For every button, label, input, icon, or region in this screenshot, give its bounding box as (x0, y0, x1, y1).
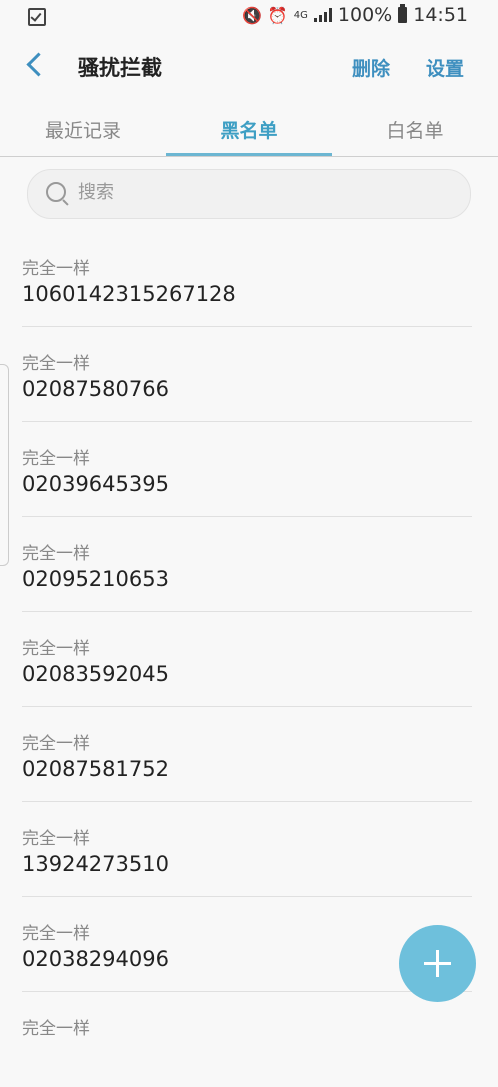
signal-icon (313, 8, 332, 22)
active-tab-indicator (166, 153, 332, 156)
checkbox-notification-icon (28, 8, 46, 26)
page-title: 骚扰拦截 (78, 56, 162, 80)
back-arrow-icon[interactable] (26, 52, 51, 77)
status-icons: 🔇 ⏰ 4G 100% 14:51 (242, 4, 468, 26)
match-type: 完全一样 (22, 734, 90, 754)
search-bar[interactable] (27, 169, 471, 219)
settings-button[interactable]: 设置 (426, 54, 464, 81)
add-number-button[interactable] (399, 925, 476, 1002)
phone-number: 02087581752 (22, 757, 169, 781)
battery-icon (398, 4, 408, 23)
list-item[interactable]: 完全一样 (0, 992, 498, 1087)
match-type: 完全一样 (22, 544, 90, 564)
phone-number: 13924273510 (22, 852, 169, 876)
match-type: 完全一样 (22, 1019, 90, 1039)
match-type: 完全一样 (22, 259, 90, 279)
network-type: 4G (293, 9, 308, 21)
match-type: 完全一样 (22, 354, 90, 374)
battery-percent: 100% (337, 4, 393, 26)
match-type: 完全一样 (22, 924, 90, 944)
list-item[interactable]: 完全一样 13924273510 (0, 802, 498, 897)
search-icon (46, 182, 66, 202)
list-item[interactable]: 完全一样 02087580766 (0, 327, 498, 422)
match-type: 完全一样 (22, 829, 90, 849)
phone-number: 02083592045 (22, 662, 169, 686)
tab-recent[interactable]: 最近记录 (0, 116, 166, 143)
search-input[interactable] (76, 181, 460, 204)
tab-blacklist[interactable]: 黑名单 (166, 116, 332, 143)
tab-bar: 最近记录 黑名单 白名单 (0, 104, 498, 157)
phone-number: 02095210653 (22, 567, 169, 591)
phone-number: 02039645395 (22, 472, 169, 496)
match-type: 完全一样 (22, 449, 90, 469)
match-type: 完全一样 (22, 639, 90, 659)
alarm-icon: ⏰ (267, 5, 288, 25)
list-item[interactable]: 完全一样 1060142315267128 (0, 232, 498, 327)
list-item[interactable]: 完全一样 02095210653 (0, 517, 498, 612)
clock: 14:51 (413, 4, 468, 26)
phone-number: 1060142315267128 (22, 282, 236, 306)
list-item[interactable]: 完全一样 02039645395 (0, 422, 498, 517)
app-bar: 骚扰拦截 删除 设置 (0, 40, 498, 96)
tab-whitelist[interactable]: 白名单 (332, 116, 498, 143)
list-item[interactable]: 完全一样 02083592045 (0, 612, 498, 707)
status-bar: 🔇 ⏰ 4G 100% 14:51 (0, 0, 498, 34)
mute-icon: 🔇 (241, 5, 262, 25)
list-item[interactable]: 完全一样 02087581752 (0, 707, 498, 802)
phone-number: 02038294096 (22, 947, 169, 971)
delete-button[interactable]: 删除 (352, 54, 390, 81)
phone-number: 02087580766 (22, 377, 169, 401)
